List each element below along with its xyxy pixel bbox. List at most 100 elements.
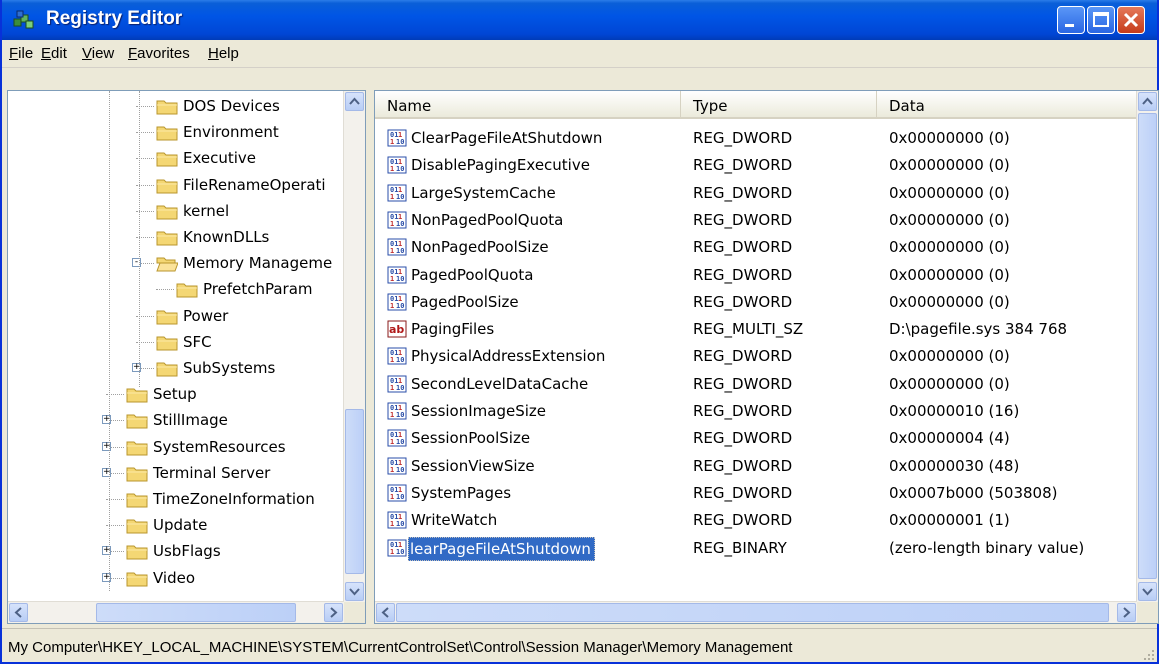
folder-icon — [156, 360, 178, 377]
svg-text:1: 1 — [390, 438, 394, 446]
value-row[interactable]: 01 10 1 1 SessionImageSize REG_DWORD 0x0000001… — [375, 397, 1135, 425]
value-name[interactable]: NonPagedPoolQuota — [411, 211, 563, 229]
svg-text:10: 10 — [396, 520, 404, 528]
value-row[interactable]: ab PagingFiles REG_MULTI_SZ D:\pagefile.sys… — [375, 315, 1135, 343]
list-scroll-corner — [1137, 602, 1158, 623]
list-hscroll-thumb[interactable] — [396, 603, 1109, 622]
registry-key-tree[interactable]: DOS Devices Environment Executive FileRenam… — [7, 90, 366, 624]
value-row[interactable]: 01 10 1 1 SecondLevelDataCache REG_DWORD 0x000… — [375, 370, 1135, 398]
value-row[interactable]: 01 10 1 1 WriteWatch REG_DWORD 0x00000001 (1) — [375, 506, 1135, 534]
value-data: 0x00000000 (0) — [889, 156, 1010, 175]
menu-favorites[interactable]: Favorites — [128, 45, 190, 62]
tree-scroll-thumb[interactable] — [345, 409, 364, 574]
reg-dword-icon: 01 10 1 1 — [387, 184, 407, 202]
value-type: REG_DWORD — [693, 210, 793, 229]
value-name[interactable]: PagedPoolSize — [411, 293, 519, 311]
title-bar[interactable]: Registry Editor — [2, 0, 1157, 40]
list-scroll-down-button[interactable] — [1138, 582, 1157, 601]
value-row[interactable]: 01 10 1 1 learPageFileAtShutdown REG_BINARY (z… — [375, 534, 1135, 562]
registry-values-list[interactable]: Name Type Data 01 10 1 1 ClearPageFileAtShut… — [374, 90, 1159, 624]
maximize-button[interactable] — [1087, 6, 1115, 34]
value-row[interactable]: 01 10 1 1 SystemPages REG_DWORD 0x0007b000 (50… — [375, 479, 1135, 507]
value-row[interactable]: 01 10 1 1 PagedPoolSize REG_DWORD 0x00000000 (… — [375, 288, 1135, 316]
tree-scroll-left-button[interactable] — [9, 603, 28, 622]
column-name-header[interactable]: Name — [375, 91, 681, 119]
svg-text:10: 10 — [396, 138, 404, 146]
value-type: REG_BINARY — [693, 538, 787, 557]
value-name[interactable]: LargeSystemCache — [411, 184, 556, 202]
value-type: REG_DWORD — [693, 292, 793, 311]
list-scroll-thumb[interactable] — [1138, 113, 1157, 579]
svg-text:1: 1 — [390, 384, 394, 392]
value-row[interactable]: 01 10 1 1 SessionPoolSize REG_DWORD 0x00000004… — [375, 424, 1135, 452]
menu-bar: File Edit View Favorites Help — [2, 40, 1157, 68]
value-row[interactable]: 01 10 1 1 SessionViewSize REG_DWORD 0x00000030… — [375, 452, 1135, 480]
menu-view[interactable]: View — [82, 45, 114, 62]
close-button[interactable] — [1117, 6, 1145, 34]
value-name[interactable]: SessionImageSize — [411, 402, 546, 420]
folder-icon — [156, 229, 178, 246]
value-name[interactable]: DisablePagingExecutive — [411, 156, 590, 174]
value-name[interactable]: learPageFileAtShutdown — [408, 536, 595, 561]
tree-hscroll-thumb[interactable] — [96, 603, 296, 622]
svg-text:1: 1 — [390, 220, 394, 228]
value-name[interactable]: SecondLevelDataCache — [411, 375, 588, 393]
tree-item-label: Video — [153, 568, 196, 587]
list-scroll-right-button[interactable] — [1117, 603, 1136, 622]
value-row[interactable]: 01 10 1 1 PagedPoolQuota REG_DWORD 0x00000000 … — [375, 261, 1135, 289]
value-data: 0x00000000 (0) — [889, 292, 1010, 311]
list-horizontal-scrollbar[interactable] — [375, 601, 1137, 623]
value-name[interactable]: PagedPoolQuota — [411, 266, 533, 284]
value-name[interactable]: NonPagedPoolSize — [411, 238, 549, 256]
value-name[interactable]: SessionViewSize — [411, 457, 535, 475]
minimize-button[interactable] — [1057, 6, 1085, 34]
value-row[interactable]: 01 10 1 1 NonPagedPoolSize REG_DWORD 0x0000000… — [375, 233, 1135, 261]
menu-help[interactable]: Help — [208, 45, 239, 62]
column-type-header[interactable]: Type — [681, 91, 877, 119]
column-data-header[interactable]: Data — [877, 91, 1138, 119]
svg-text:1: 1 — [398, 404, 402, 412]
list-scroll-up-button[interactable] — [1138, 92, 1157, 111]
value-data: (zero-length binary value) — [889, 538, 1085, 557]
value-name[interactable]: WriteWatch — [411, 511, 497, 529]
value-type: REG_DWORD — [693, 511, 793, 530]
value-name[interactable]: ClearPageFileAtShutdown — [411, 129, 602, 147]
resize-grip-icon[interactable] — [1141, 647, 1155, 661]
value-name[interactable]: SessionPoolSize — [411, 429, 530, 447]
value-data: 0x0007b000 (503808) — [889, 483, 1058, 502]
value-type: REG_DWORD — [693, 402, 793, 420]
reg-binary-icon: 01 10 1 1 — [387, 539, 407, 557]
list-vertical-scrollbar[interactable] — [1136, 91, 1158, 602]
value-type: REG_DWORD — [693, 483, 793, 502]
value-row[interactable]: 01 10 1 1 ClearPageFileAtShutdown REG_DWORD 0x… — [375, 124, 1135, 152]
tree-item-label: StillImage — [153, 411, 228, 430]
list-scroll-left-button[interactable] — [376, 603, 395, 622]
value-name[interactable]: SystemPages — [411, 484, 511, 502]
value-type: REG_DWORD — [693, 265, 793, 284]
svg-text:1: 1 — [398, 186, 402, 194]
value-name[interactable]: PhysicalAddressExtension — [411, 347, 605, 365]
value-name[interactable]: PagingFiles — [411, 320, 494, 338]
chevron-up-icon — [1142, 97, 1153, 105]
tree-vertical-scrollbar[interactable] — [343, 91, 365, 602]
value-type: REG_DWORD — [693, 456, 793, 475]
svg-text:1: 1 — [390, 548, 394, 556]
value-row[interactable]: 01 10 1 1 DisablePagingExecutive REG_DWORD 0x0… — [375, 151, 1135, 179]
folder-icon — [156, 177, 178, 194]
status-path: My Computer\HKEY_LOCAL_MACHINE\SYSTEM\Cu… — [8, 639, 793, 656]
value-row[interactable]: 01 10 1 1 LargeSystemCache REG_DWORD 0x0000000… — [375, 179, 1135, 207]
folder-icon — [156, 124, 178, 141]
menu-file[interactable]: File — [9, 45, 33, 62]
svg-text:10: 10 — [396, 438, 404, 446]
svg-text:1: 1 — [398, 268, 402, 276]
tree-scroll-up-button[interactable] — [345, 92, 364, 111]
tree-scroll-right-button[interactable] — [324, 603, 343, 622]
tree-item-label: kernel — [183, 201, 230, 220]
tree-horizontal-scrollbar[interactable] — [8, 601, 344, 623]
tree-connector — [156, 289, 174, 291]
menu-edit[interactable]: Edit — [41, 45, 67, 62]
value-row[interactable]: 01 10 1 1 PhysicalAddressExtension REG_DWORD 0… — [375, 342, 1135, 370]
tree-scroll-down-button[interactable] — [345, 582, 364, 601]
value-row[interactable]: 01 10 1 1 NonPagedPoolQuota REG_DWORD 0x000000… — [375, 206, 1135, 234]
svg-text:1: 1 — [398, 158, 402, 166]
